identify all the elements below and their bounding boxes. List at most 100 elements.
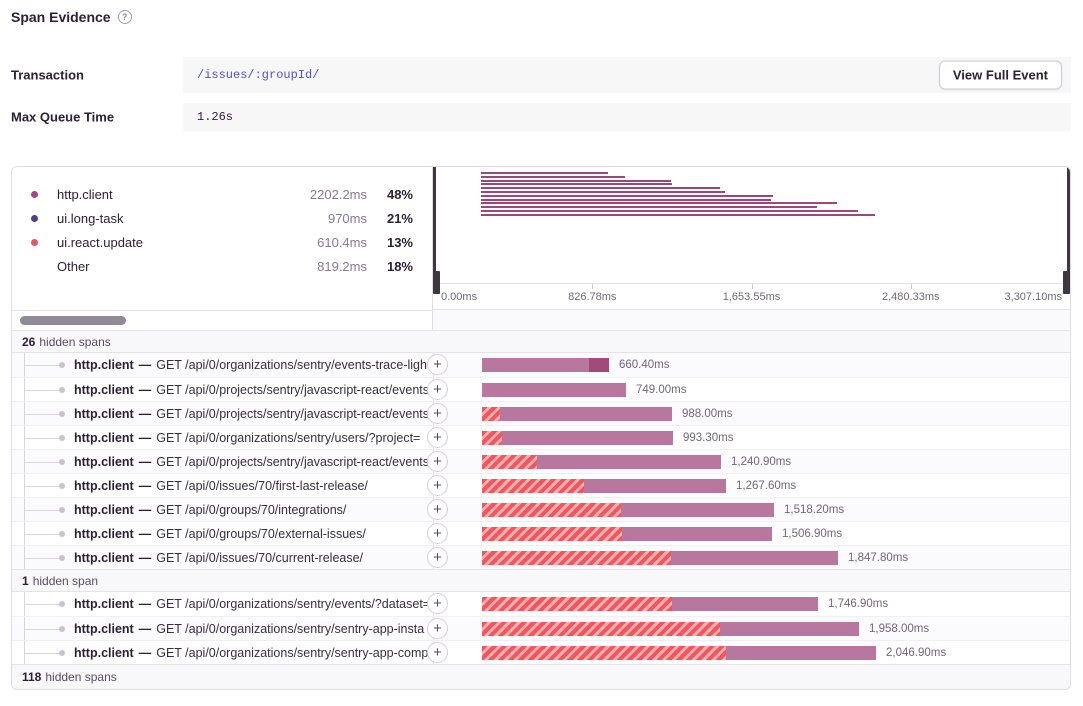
span-op: http.client [74, 622, 134, 636]
span-description-cell: http.client — GET /api/0/issues/70/curre… [12, 546, 433, 569]
hidden-spans-text: hidden spans [39, 335, 110, 349]
queue-time-hatch [482, 479, 584, 493]
span-description-cell: http.client — GET /api/0/projects/sentry… [12, 378, 433, 401]
span-duration-label: 1,958.00ms [869, 623, 929, 635]
span-duration-label: 2,046.90ms [886, 647, 946, 659]
minimap[interactable] [433, 167, 1070, 283]
tree-node-dot-icon [59, 411, 65, 417]
axis-tick-mark [752, 284, 753, 289]
legend-percent: 18% [367, 259, 413, 274]
span-description: GET /api/0/organizations/sentry/sentry-a… [156, 646, 428, 660]
tree-node-dot-icon [59, 362, 65, 368]
span-row[interactable]: http.client — GET /api/0/organizations/s… [12, 640, 1070, 664]
axis-tick-label: 3,307.10ms [1005, 291, 1062, 303]
hidden-spans-row[interactable]: 26hidden spans [12, 330, 1070, 353]
minimap-span-bar [481, 187, 720, 189]
span-row[interactable]: http.client — GET /api/0/projects/sentry… [12, 401, 1070, 425]
span-description-cell: http.client — GET /api/0/issues/70/first… [12, 474, 433, 497]
axis-tick-label: 0.00ms [441, 291, 477, 303]
expand-span-button[interactable]: + [427, 593, 448, 614]
minimap-span-bar [481, 195, 773, 197]
expand-span-button[interactable]: + [427, 427, 448, 448]
tree-node-dot-icon [59, 459, 65, 465]
span-op: http.client [74, 646, 134, 660]
expand-span-button[interactable]: + [427, 354, 448, 375]
span-separator: — [139, 358, 152, 372]
viewport-handle-left[interactable] [433, 167, 436, 283]
tree-node-dot-icon [59, 483, 65, 489]
minimap-span-bar [481, 206, 817, 208]
axis-tick-label: 2,480.33ms [882, 291, 939, 303]
span-row[interactable]: http.client — GET /api/0/issues/70/first… [12, 473, 1070, 497]
expand-span-button[interactable]: + [427, 523, 448, 544]
span-row[interactable]: http.client — GET /api/0/groups/70/exter… [12, 521, 1070, 545]
overview-section: http.client 2202.2ms 48% ui.long-task 97… [12, 167, 1070, 330]
span-row[interactable]: http.client — GET /api/0/organizations/s… [12, 616, 1070, 640]
span-row[interactable]: http.client — GET /api/0/projects/sentry… [12, 449, 1070, 473]
legend-item[interactable]: ui.long-task 970ms 21% [12, 206, 432, 230]
tree-node-dot-icon [59, 531, 65, 537]
span-duration-label: 1,267.60ms [736, 480, 796, 492]
viewport-handle-right[interactable] [1067, 167, 1070, 283]
span-description-cell: http.client — GET /api/0/organizations/s… [12, 617, 433, 640]
span-description: GET /api/0/projects/sentry/javascript-re… [156, 383, 432, 397]
expand-span-button[interactable]: + [427, 379, 448, 400]
span-description: GET /api/0/issues/70/current-release/ [156, 551, 363, 565]
span-duration-bar [482, 479, 726, 493]
tree-node-dot-icon [59, 650, 65, 656]
hidden-spans-row[interactable]: 1hidden span [12, 569, 1070, 592]
span-row[interactable]: http.client — GET /api/0/projects/sentry… [12, 377, 1070, 401]
span-row[interactable]: http.client — GET /api/0/groups/70/integ… [12, 497, 1070, 521]
span-row[interactable]: http.client — GET /api/0/organizations/s… [12, 353, 1070, 377]
span-separator: — [139, 479, 152, 493]
scrollbar-thumb[interactable] [20, 316, 126, 325]
span-separator: — [139, 455, 152, 469]
view-full-event-button[interactable]: View Full Event [939, 61, 1062, 90]
expand-span-button[interactable]: + [427, 547, 448, 568]
legend-dot-icon [31, 215, 38, 222]
drag-grip-icon[interactable] [433, 271, 440, 294]
axis-bottom-strip [433, 309, 1070, 329]
legend-item[interactable]: ui.react.update 610.4ms 13% [12, 230, 432, 254]
tree-node-dot-icon [59, 435, 65, 441]
hidden-spans-row[interactable]: 118hidden spans [12, 664, 1070, 689]
span-row[interactable]: http.client — GET /api/0/issues/70/curre… [12, 545, 1070, 569]
queue-time-hatch [482, 527, 622, 541]
expand-span-button[interactable]: + [427, 403, 448, 424]
span-duration-label: 988.00ms [682, 408, 733, 420]
expand-span-button[interactable]: + [427, 499, 448, 520]
queue-time-hatch [482, 551, 671, 565]
legend-item[interactable]: http.client 2202.2ms 48% [12, 182, 432, 206]
span-duration-label: 749.00ms [636, 384, 687, 396]
span-description-cell: http.client — GET /api/0/organizations/s… [12, 353, 433, 377]
time-axis: 0.00ms826.78ms1,653.55ms2,480.33ms3,307.… [433, 283, 1070, 309]
queue-time-hatch [482, 503, 621, 517]
legend-item[interactable]: Other 819.2ms 18% [12, 254, 432, 278]
drag-grip-icon[interactable] [1063, 271, 1070, 294]
expand-span-button[interactable]: + [427, 642, 448, 663]
span-duration-label: 1,518.20ms [784, 504, 844, 516]
span-row[interactable]: http.client — GET /api/0/organizations/s… [12, 425, 1070, 449]
span-row[interactable]: http.client — GET /api/0/organizations/s… [12, 592, 1070, 616]
span-duration-label: 660.40ms [619, 359, 670, 371]
span-op: http.client [74, 431, 134, 445]
span-bar-cell: 1,847.80ms [433, 546, 1070, 569]
expand-span-button[interactable]: + [427, 618, 448, 639]
span-bar-cell: 1,958.00ms [433, 617, 1070, 640]
tree-node-dot-icon [59, 555, 65, 561]
span-description: GET /api/0/organizations/sentry/users/?p… [156, 431, 420, 445]
span-op: http.client [74, 597, 134, 611]
expand-span-button[interactable]: + [427, 475, 448, 496]
span-description: GET /api/0/groups/70/external-issues/ [156, 527, 366, 541]
span-description: GET /api/0/organizations/sentry/sentry-a… [156, 622, 424, 636]
span-bar-cell: 1,746.90ms [433, 592, 1070, 616]
span-description-cell: http.client — GET /api/0/organizations/s… [12, 426, 433, 449]
expand-span-button[interactable]: + [427, 451, 448, 472]
transaction-link[interactable]: /issues/:groupId/ [197, 68, 319, 82]
span-op: http.client [74, 358, 134, 372]
section-header: Span Evidence ? [11, 9, 132, 25]
span-op: http.client [74, 407, 134, 421]
legend-percent: 13% [367, 235, 413, 250]
help-icon[interactable]: ? [118, 10, 132, 24]
span-duration-label: 1,506.90ms [782, 528, 842, 540]
